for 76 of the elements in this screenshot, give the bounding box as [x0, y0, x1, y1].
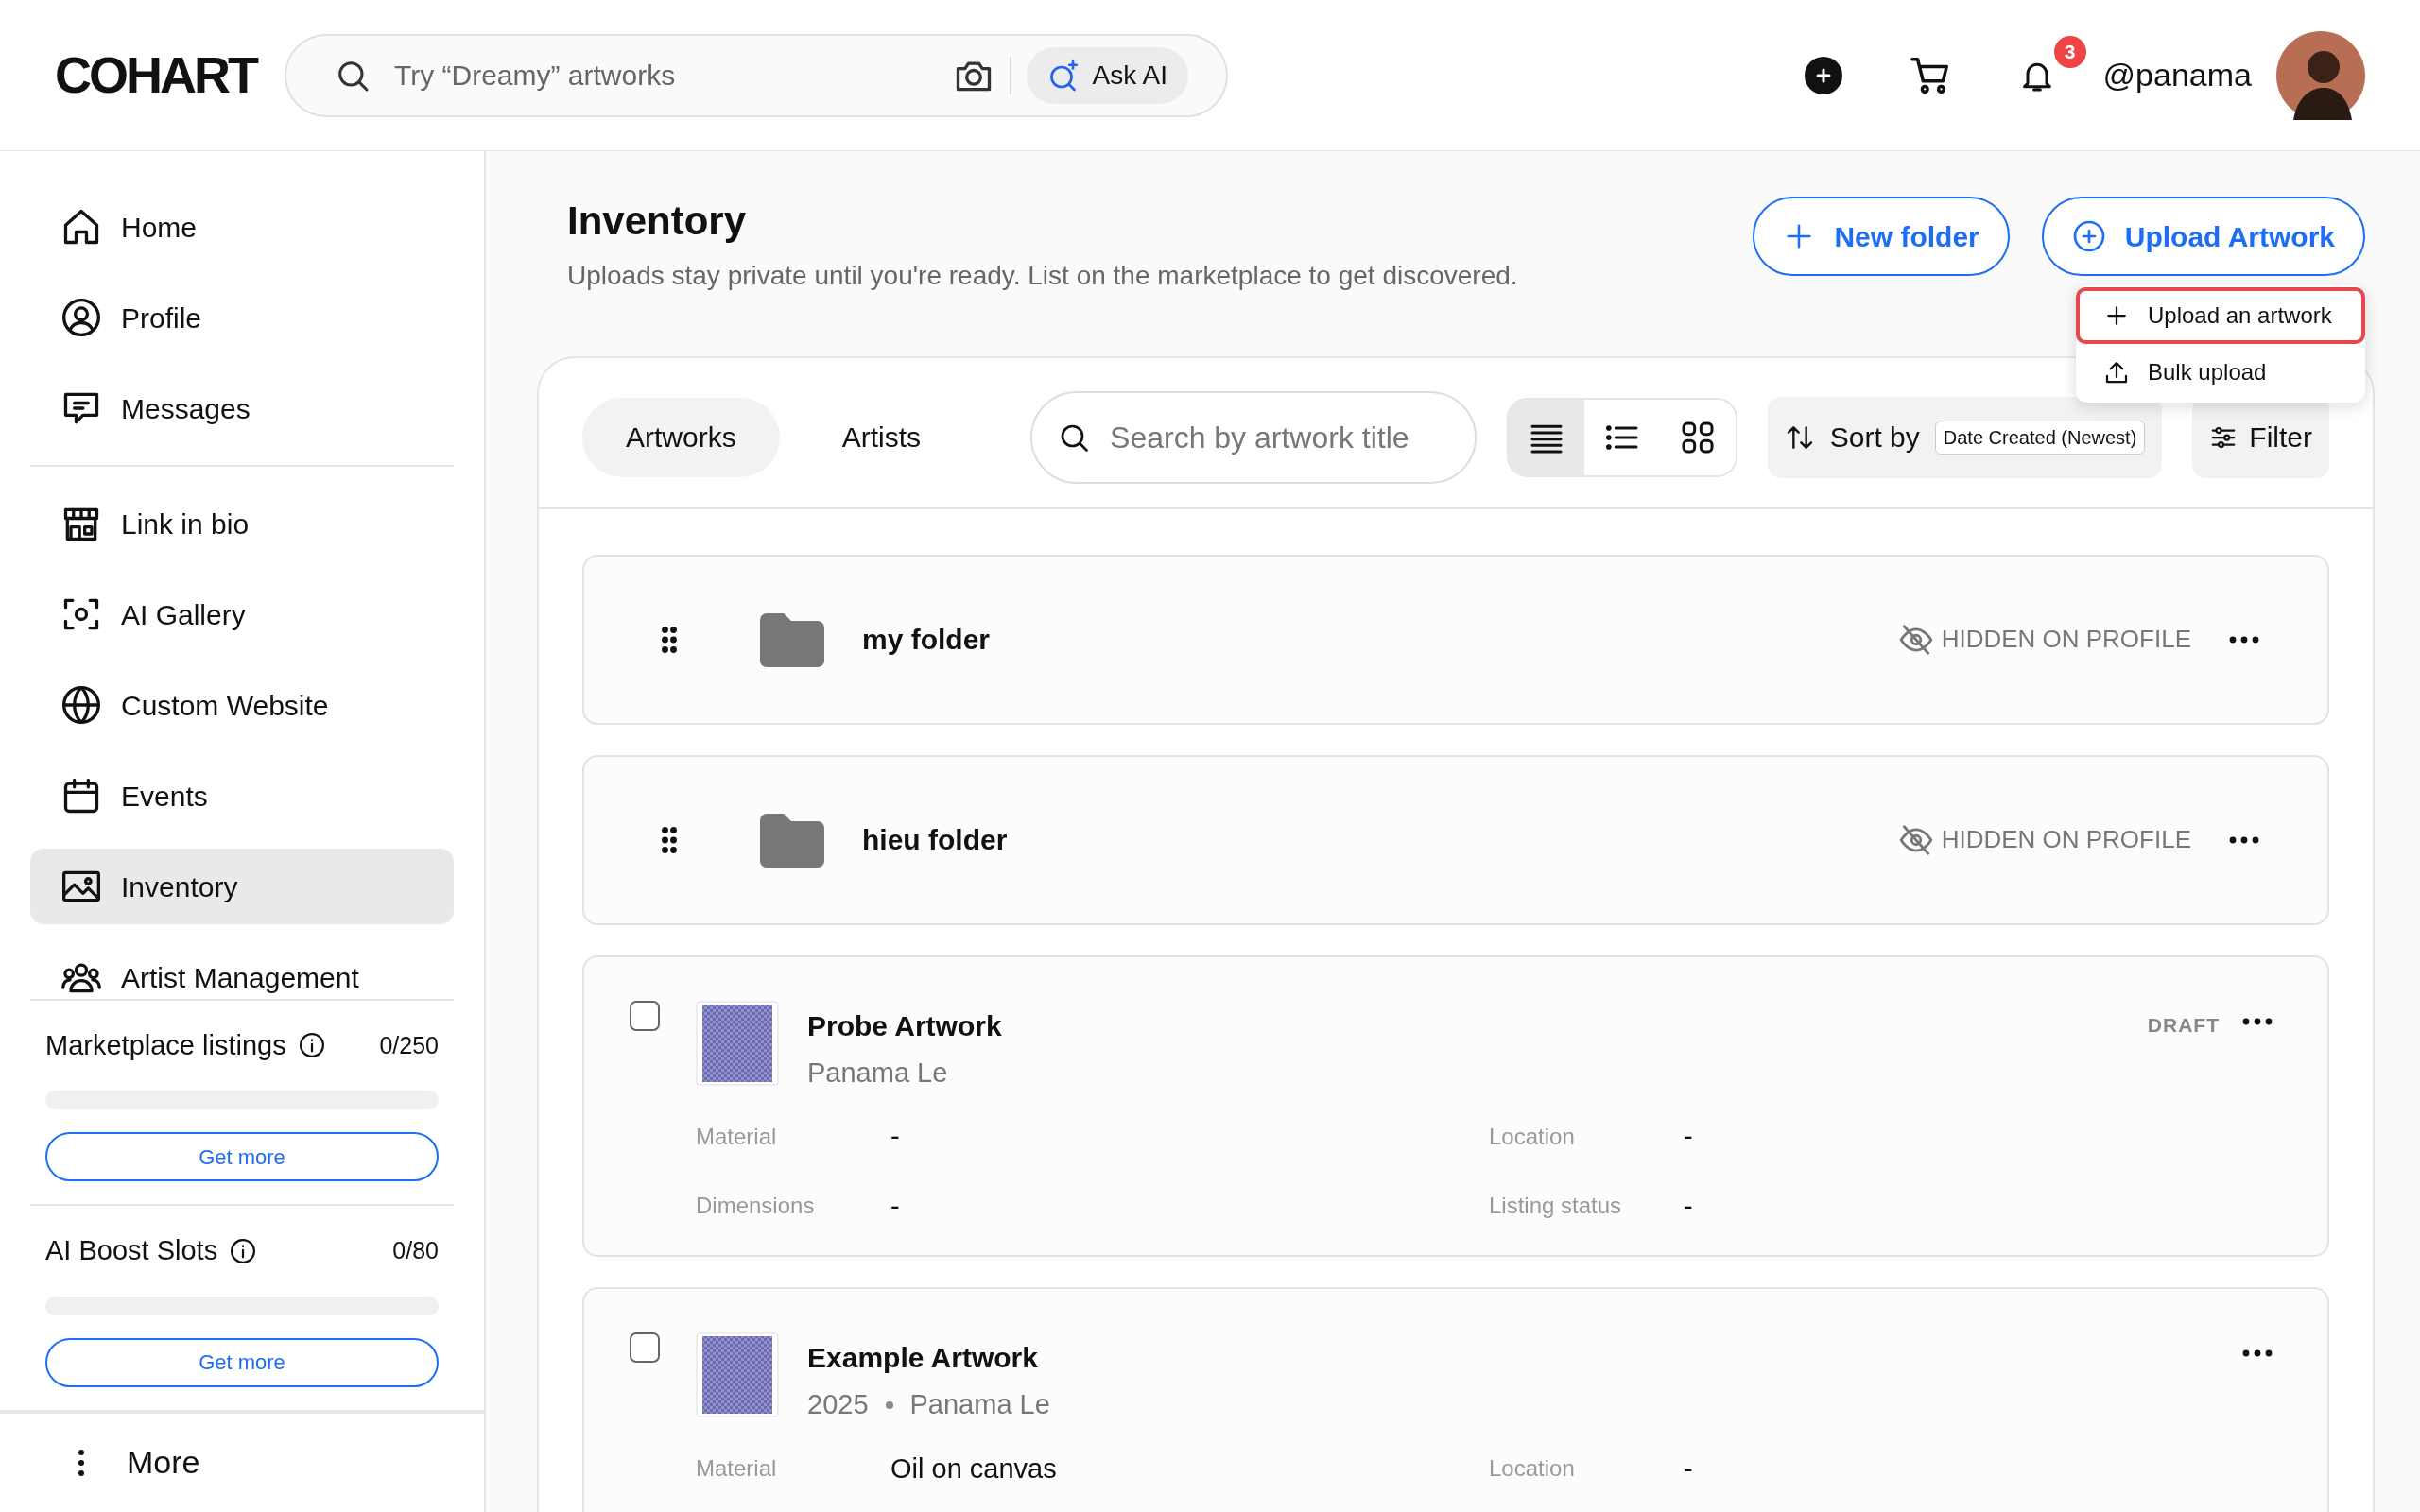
field-label: Material [696, 1454, 778, 1484]
artwork-card[interactable]: Example Artwork 2025 Panama Le Material Oil on canvas Location - [582, 1287, 2329, 1512]
add-button[interactable] [1804, 56, 1842, 94]
artwork-title: Example Artwork [807, 1341, 1039, 1375]
sidebar-item[interactable]: Home [30, 189, 454, 265]
avatar[interactable] [2276, 30, 2365, 120]
more-vertical-icon[interactable] [78, 1448, 85, 1477]
quota-count: 0/250 [379, 1030, 439, 1060]
sidebar-item[interactable]: Profile [30, 280, 454, 355]
ask-ai-button[interactable]: Ask AI [1026, 46, 1188, 104]
more-icon[interactable] [2242, 1017, 2273, 1025]
field-label: Location [1489, 1454, 1576, 1484]
get-more-button[interactable]: Get more [45, 1337, 439, 1387]
sidebar-item[interactable]: AI Gallery [30, 576, 454, 652]
more-link[interactable]: More [127, 1438, 200, 1487]
artwork-search-field[interactable]: Search by artwork title [1110, 414, 1451, 460]
field-label: Dimensions [696, 1192, 816, 1221]
sidebar-item[interactable]: Inventory [30, 849, 454, 924]
plus-circle-icon [2071, 219, 2106, 253]
sidebar-item[interactable]: Artist Management [30, 939, 454, 999]
quota-label: Marketplace listings [45, 1028, 286, 1062]
sidebar-item[interactable]: Link in bio [30, 486, 454, 561]
artist-name: Panama Le [807, 1056, 948, 1090]
field-value: - [1684, 1189, 1693, 1223]
sort-control[interactable]: Sort by Date Created (Newest) [1767, 396, 2163, 478]
artist-name: Panama Le [909, 1388, 1050, 1421]
notification-badge: 3 [2053, 35, 2086, 68]
folder-card[interactable]: my folder HIDDEN ON PROFILE [582, 554, 2329, 725]
view-button[interactable] [1509, 399, 1584, 475]
tab[interactable]: Artists [798, 397, 965, 477]
logo[interactable]: COHART [55, 45, 256, 105]
field-value: - [1684, 1452, 1693, 1486]
more-icon[interactable] [2229, 635, 2259, 644]
sidebar-item[interactable]: Custom Website [30, 667, 454, 743]
menu-item[interactable]: Upload an artwork [2076, 287, 2365, 344]
field-label: Material [696, 1122, 778, 1151]
folder-card[interactable]: hieu folder HIDDEN ON PROFILE [582, 754, 2329, 925]
search-box[interactable]: Search by artwork title [1030, 390, 1478, 484]
person-icon [60, 297, 102, 338]
status-label: DRAFT [2147, 1012, 2220, 1038]
quota-count: 0/80 [392, 1236, 439, 1266]
artwork-title: Probe Artwork [807, 1008, 1002, 1043]
sort-value: Date Created (Newest) [1934, 420, 2146, 455]
more-icon[interactable] [2242, 1349, 2273, 1357]
folder-icon [760, 812, 824, 868]
username[interactable]: @panama [2102, 51, 2252, 99]
upload-button[interactable]: Upload Artwork [2041, 197, 2365, 276]
folder-name: my folder [862, 623, 991, 657]
globe-icon [60, 684, 102, 726]
field-value: Oil on canvas [890, 1452, 1057, 1486]
sort-label: Sort by [1829, 421, 1920, 455]
field-label: Listing status [1489, 1192, 1623, 1221]
artwork-year: 2025 [807, 1388, 869, 1421]
visibility-status: HIDDEN ON PROFILE [1941, 624, 2191, 655]
tab[interactable]: Artworks [582, 397, 780, 477]
quota-label: AI Boost Slots [45, 1234, 218, 1268]
info-icon [297, 1031, 326, 1060]
new-folder-button[interactable]: New folder [1753, 197, 2010, 276]
page-title: Inventory [567, 198, 748, 245]
checkbox[interactable] [630, 1000, 660, 1031]
search-field[interactable]: Try “Dreamy” artworks Ask AI [285, 33, 1228, 117]
folder-icon [760, 611, 824, 667]
checkbox[interactable] [630, 1332, 660, 1363]
page-subtitle: Uploads stay private until you're ready. List on the marketplace to get discovered. [567, 259, 1519, 292]
field-value: - [890, 1120, 900, 1153]
field-value: - [1684, 1120, 1693, 1153]
sidebar-item[interactable]: Messages [30, 370, 454, 446]
visibility-status: HIDDEN ON PROFILE [1941, 824, 2191, 855]
more-icon[interactable] [2229, 835, 2259, 844]
artwork-card[interactable]: Probe Artwork Panama Le DRAFT Material - Location - Dimensions - Listing status - [582, 954, 2329, 1257]
field-value: - [890, 1189, 900, 1223]
get-more-button[interactable]: Get more [45, 1132, 439, 1182]
folder-name: hieu folder [862, 823, 1008, 857]
field-label: Location [1489, 1122, 1576, 1151]
sidebar-item[interactable]: Events [30, 758, 454, 833]
info-icon [229, 1236, 258, 1265]
